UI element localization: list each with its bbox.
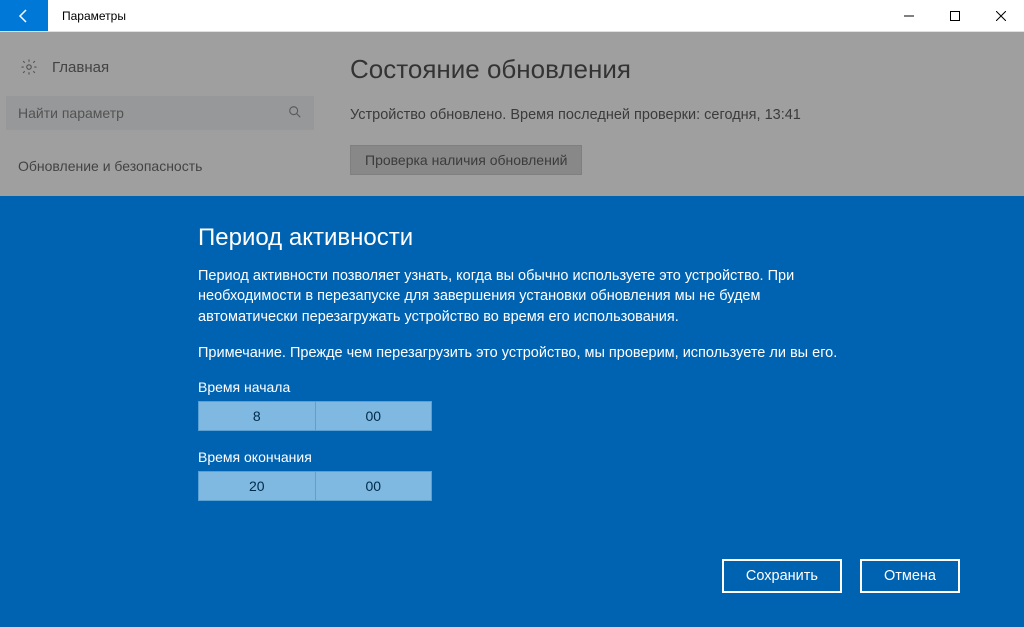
start-hour[interactable]: 8 — [199, 402, 316, 430]
maximize-button[interactable] — [932, 0, 978, 31]
settings-window: Параметры Главная Найти параметр — [0, 0, 1024, 627]
window-title: Параметры — [48, 0, 140, 31]
close-icon — [996, 11, 1006, 21]
end-hour[interactable]: 20 — [199, 472, 316, 500]
minimize-icon — [904, 11, 914, 21]
titlebar: Параметры — [0, 0, 1024, 32]
maximize-icon — [950, 11, 960, 21]
start-minute[interactable]: 00 — [316, 402, 432, 430]
window-controls — [886, 0, 1024, 31]
dialog-note: Примечание. Прежде чем перезагрузить это… — [198, 343, 838, 363]
back-button[interactable] — [0, 0, 48, 31]
close-button[interactable] — [978, 0, 1024, 31]
start-time-label: Время начала — [198, 379, 838, 395]
minimize-button[interactable] — [886, 0, 932, 31]
active-hours-dialog: Период активности Период активности позв… — [0, 196, 1024, 627]
cancel-button[interactable]: Отмена — [860, 559, 960, 593]
dialog-description: Период активности позволяет узнать, когд… — [198, 266, 838, 327]
start-time-picker[interactable]: 8 00 — [198, 401, 432, 431]
dialog-title: Период активности — [198, 224, 838, 252]
end-time-label: Время окончания — [198, 449, 838, 465]
dialog-buttons: Сохранить Отмена — [722, 559, 960, 593]
save-button[interactable]: Сохранить — [722, 559, 842, 593]
end-minute[interactable]: 00 — [316, 472, 432, 500]
arrow-left-icon — [16, 8, 32, 24]
end-time-picker[interactable]: 20 00 — [198, 471, 432, 501]
